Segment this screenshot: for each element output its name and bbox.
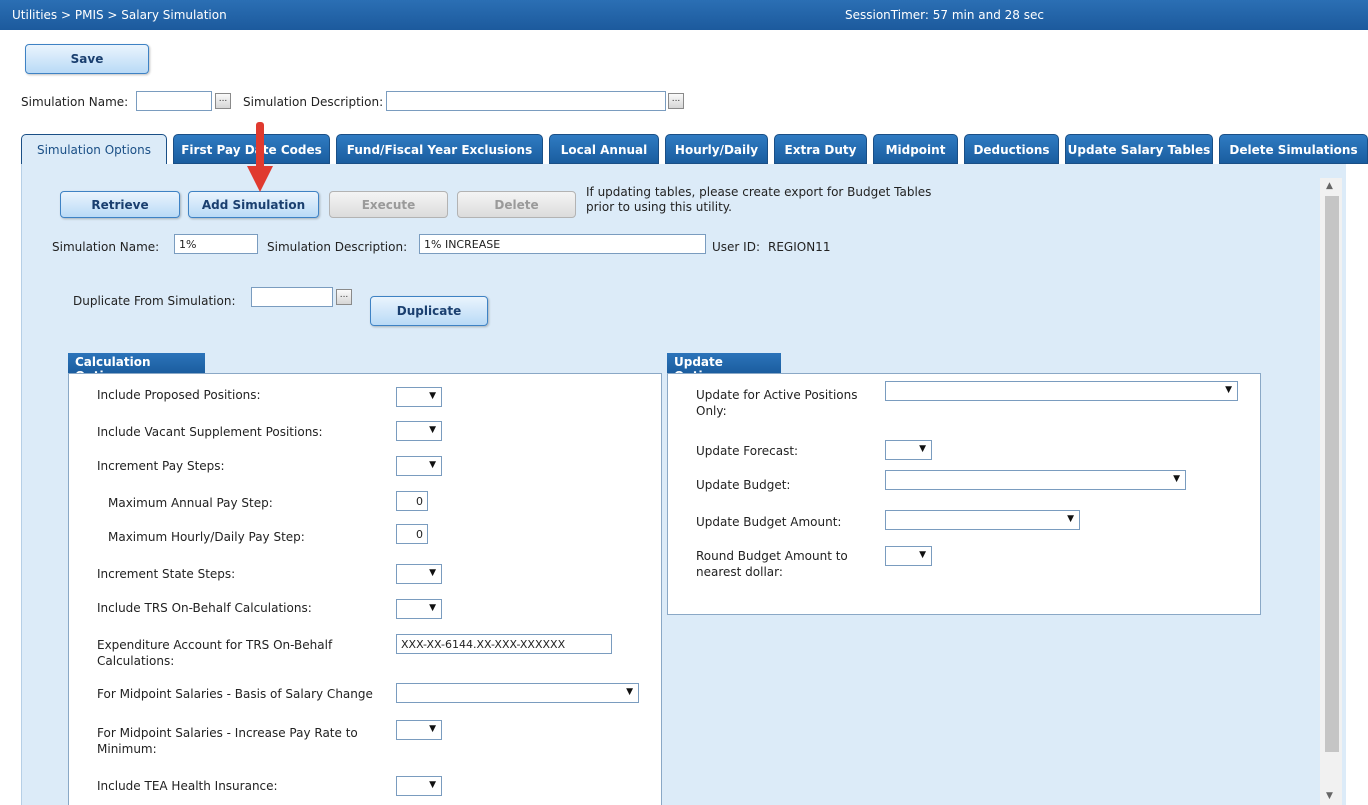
top-simulation-description-input[interactable]	[386, 91, 666, 111]
calculation-options-header: Calculation Options	[68, 353, 205, 383]
include-trs-on-behalf-select[interactable]: ▼	[396, 599, 442, 619]
tab-strip: Simulation Options First Pay Date Codes …	[21, 134, 1368, 165]
chevron-down-icon: ▼	[626, 687, 633, 697]
save-button[interactable]: Save	[25, 44, 149, 74]
scroll-down-icon[interactable]: ▼	[1326, 791, 1333, 801]
chevron-down-icon: ▼	[429, 568, 436, 578]
notice-line-2: prior to using this utility.	[586, 200, 732, 214]
increment-pay-steps-label: Increment Pay Steps:	[97, 459, 225, 473]
update-budget-label: Update Budget:	[696, 478, 791, 492]
include-proposed-positions-label: Include Proposed Positions:	[97, 388, 261, 402]
round-budget-amount-label: Round Budget Amount to nearest dollar:	[696, 549, 848, 579]
breadcrumb[interactable]: Utilities > PMIS > Salary Simulation	[12, 8, 227, 22]
midpoint-increase-select[interactable]: ▼	[396, 720, 442, 740]
chevron-down-icon: ▼	[1225, 385, 1232, 395]
include-tea-health-insurance-label: Include TEA Health Insurance:	[97, 779, 278, 793]
retrieve-button[interactable]: Retrieve	[60, 191, 180, 218]
duplicate-from-label: Duplicate From Simulation:	[73, 294, 236, 308]
chevron-down-icon: ▼	[429, 460, 436, 470]
scrollbar-thumb[interactable]	[1325, 196, 1339, 752]
update-budget-amount-label: Update Budget Amount:	[696, 515, 842, 529]
tab-simulation-options[interactable]: Simulation Options	[21, 134, 167, 165]
session-timer: SessionTimer: 57 min and 28 sec	[845, 8, 1044, 22]
duplicate-from-input[interactable]	[251, 287, 333, 307]
chevron-down-icon: ▼	[919, 444, 926, 454]
red-arrow-icon	[247, 122, 273, 192]
chevron-down-icon: ▼	[429, 391, 436, 401]
simulation-description-label: Simulation Description:	[267, 240, 408, 254]
chevron-down-icon: ▼	[1067, 514, 1074, 524]
include-proposed-positions-select[interactable]: ▼	[396, 387, 442, 407]
include-tea-health-insurance-select[interactable]: ▼	[396, 776, 442, 796]
tab-fund-fiscal-year-exclusions[interactable]: Fund/Fiscal Year Exclusions	[336, 134, 543, 164]
notice-line-1: If updating tables, please create export…	[586, 185, 932, 199]
increment-state-steps-select[interactable]: ▼	[396, 564, 442, 584]
top-simulation-name-lookup-icon[interactable]: ...	[215, 93, 231, 109]
chevron-down-icon: ▼	[429, 724, 436, 734]
tab-delete-simulations[interactable]: Delete Simulations	[1219, 134, 1368, 164]
top-simulation-name-input[interactable]	[136, 91, 212, 111]
duplicate-button[interactable]: Duplicate	[370, 296, 488, 326]
midpoint-basis-label: For Midpoint Salaries - Basis of Salary …	[97, 687, 373, 701]
scroll-up-icon[interactable]: ▲	[1326, 181, 1333, 191]
tab-hourly-daily[interactable]: Hourly/Daily	[665, 134, 768, 164]
simulation-name-input[interactable]	[174, 234, 258, 254]
chevron-down-icon: ▼	[919, 550, 926, 560]
tab-local-annual[interactable]: Local Annual	[549, 134, 659, 164]
max-annual-pay-step-label: Maximum Annual Pay Step:	[108, 496, 273, 510]
user-id-label: User ID:	[712, 240, 760, 254]
increment-pay-steps-select[interactable]: ▼	[396, 456, 442, 476]
chevron-down-icon: ▼	[429, 425, 436, 435]
update-budget-select[interactable]: ▼	[885, 470, 1186, 490]
max-hourly-daily-pay-step-label: Maximum Hourly/Daily Pay Step:	[108, 530, 305, 544]
execute-button[interactable]: Execute	[329, 191, 448, 218]
max-annual-pay-step-input[interactable]	[396, 491, 428, 511]
simulation-description-input[interactable]	[419, 234, 706, 254]
user-id-value: REGION11	[768, 240, 831, 254]
max-hourly-daily-pay-step-input[interactable]	[396, 524, 428, 544]
include-trs-on-behalf-label: Include TRS On-Behalf Calculations:	[97, 601, 312, 615]
expenditure-account-input[interactable]	[396, 634, 612, 654]
chevron-down-icon: ▼	[429, 603, 436, 613]
include-vacant-supplement-label: Include Vacant Supplement Positions:	[97, 425, 323, 439]
chevron-down-icon: ▼	[1173, 474, 1180, 484]
chevron-down-icon: ▼	[429, 780, 436, 790]
active-positions-only-label: Update for Active Positions Only:	[696, 388, 858, 418]
tab-extra-duty[interactable]: Extra Duty	[774, 134, 867, 164]
simulation-name-label: Simulation Name:	[52, 240, 160, 254]
increment-state-steps-label: Increment State Steps:	[97, 567, 236, 581]
delete-button[interactable]: Delete	[457, 191, 576, 218]
round-budget-amount-select[interactable]: ▼	[885, 546, 932, 566]
title-bar: Utilities > PMIS > Salary Simulation Ses…	[0, 0, 1368, 30]
duplicate-from-lookup-icon[interactable]: ...	[336, 289, 352, 305]
update-forecast-label: Update Forecast:	[696, 444, 799, 458]
include-vacant-supplement-select[interactable]: ▼	[396, 421, 442, 441]
top-simulation-name-label: Simulation Name:	[21, 95, 129, 109]
midpoint-basis-select[interactable]: ▼	[396, 683, 639, 703]
midpoint-increase-label: For Midpoint Salaries - Increase Pay Rat…	[97, 726, 358, 756]
update-forecast-select[interactable]: ▼	[885, 440, 932, 460]
expenditure-account-label: Expenditure Account for TRS On-Behalf Ca…	[97, 638, 333, 668]
tab-deductions[interactable]: Deductions	[964, 134, 1059, 164]
update-budget-amount-select[interactable]: ▼	[885, 510, 1080, 530]
top-simulation-description-label: Simulation Description:	[243, 95, 384, 109]
tab-midpoint[interactable]: Midpoint	[873, 134, 958, 164]
active-positions-only-select[interactable]: ▼	[885, 381, 1238, 401]
update-options-header: Update Options	[667, 353, 781, 383]
tab-update-salary-tables[interactable]: Update Salary Tables	[1065, 134, 1213, 164]
add-simulation-button[interactable]: Add Simulation	[188, 191, 319, 218]
top-simulation-description-lookup-icon[interactable]: ...	[668, 93, 684, 109]
